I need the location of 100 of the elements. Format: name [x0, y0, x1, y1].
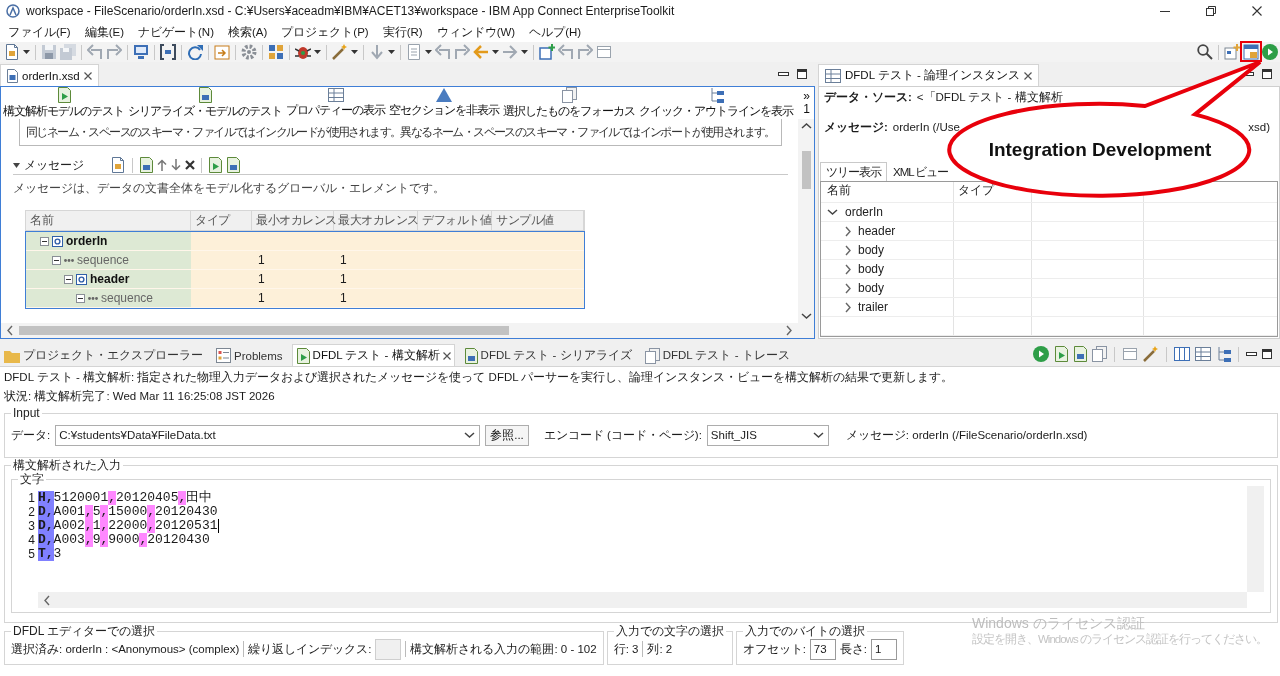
scrollbar[interactable] — [38, 592, 1247, 608]
new-window-icon[interactable] — [539, 44, 555, 60]
chevron-right-icon[interactable] — [845, 282, 851, 294]
menu-item[interactable]: ファイル(F) — [1, 23, 78, 41]
caret-icon[interactable] — [351, 50, 358, 54]
bug-icon[interactable] — [295, 44, 311, 60]
tree-icon[interactable] — [1216, 346, 1231, 362]
menu-item[interactable]: プロジェクト(P) — [274, 23, 376, 41]
tree-item[interactable]: body — [858, 243, 885, 257]
input-field[interactable]: 1 — [871, 638, 898, 660]
tree-item[interactable]: header — [90, 272, 130, 286]
collapse-icon[interactable] — [52, 255, 61, 265]
menu-item[interactable]: 検索(A) — [221, 23, 275, 41]
scrollbar[interactable] — [1, 323, 814, 338]
tree-item[interactable]: body — [858, 262, 885, 276]
window-icon[interactable] — [1122, 346, 1138, 362]
view-tab[interactable]: Problems — [212, 344, 287, 366]
dropdown[interactable]: Shift_JIS — [706, 424, 829, 446]
triangle-down-icon[interactable] — [13, 162, 20, 168]
document-lines-icon[interactable] — [1073, 346, 1087, 362]
dropdown[interactable]: C:¥students¥Data¥FileData.txt — [55, 424, 481, 446]
chevron-right-icon[interactable] — [845, 244, 851, 256]
window-icon[interactable] — [596, 44, 612, 60]
gear-icon[interactable] — [241, 44, 257, 60]
minimize-icon[interactable] — [778, 72, 789, 76]
minimize-icon[interactable] — [1246, 352, 1257, 356]
view-tab[interactable]: ツリー表示 — [820, 162, 887, 181]
wand-icon[interactable] — [1143, 346, 1159, 362]
up-arrow-icon[interactable] — [157, 159, 167, 171]
blocks-icon[interactable] — [268, 44, 284, 60]
cross-icon[interactable] — [185, 160, 195, 170]
chevron-right-icon[interactable] — [845, 301, 851, 313]
document-lines-icon[interactable] — [139, 157, 153, 173]
toolbar-button[interactable]: シリアライズ・モデルのテスト — [128, 87, 282, 119]
document-icon[interactable] — [110, 157, 126, 173]
view-tab[interactable]: XML ビュー — [887, 162, 955, 181]
caret-icon[interactable] — [388, 50, 395, 54]
close-icon[interactable] — [442, 351, 451, 360]
menu-item[interactable]: ヘルプ(H) — [522, 23, 589, 41]
scrollbar-thumb[interactable] — [801, 151, 811, 189]
window-plus-icon[interactable] — [1224, 44, 1240, 60]
tree-item[interactable]: orderIn — [845, 205, 884, 219]
close-icon[interactable] — [1024, 71, 1033, 80]
play-icon[interactable] — [1262, 44, 1278, 60]
editor-tab[interactable]: orderIn.xsd — [0, 64, 99, 86]
caret-icon[interactable] — [521, 50, 528, 54]
chevron-down-icon[interactable] — [827, 209, 838, 215]
document-play-icon[interactable] — [208, 157, 222, 173]
toolbar-button[interactable]: 構文解析モデルのテスト — [3, 87, 124, 119]
close-icon[interactable] — [83, 71, 92, 80]
overflow-button[interactable]: » 1 — [799, 87, 814, 119]
table-icon[interactable] — [1195, 347, 1211, 361]
maximize-icon[interactable] — [1262, 349, 1272, 359]
caret-icon[interactable] — [23, 50, 30, 54]
document-icon[interactable] — [4, 44, 20, 60]
input-field[interactable]: 73 — [809, 638, 836, 660]
toolbar-button[interactable]: 空セクションを非表示 — [389, 87, 499, 119]
tree-item[interactable]: header — [858, 224, 896, 238]
scrollbar-thumb[interactable] — [19, 326, 509, 335]
wand-icon[interactable] — [332, 44, 348, 60]
toolbar-button[interactable]: クイック・アウトラインを表示 — [639, 87, 793, 119]
view-tab[interactable]: プロジェクト・エクスプローラー — [0, 344, 207, 366]
search-icon[interactable] — [1197, 44, 1213, 60]
chevron-right-icon[interactable] — [845, 263, 851, 275]
menu-item[interactable]: ウィンドウ(W) — [429, 23, 523, 41]
collapse-icon[interactable] — [76, 293, 85, 303]
tree-item[interactable]: orderIn — [66, 234, 108, 248]
monitor-icon[interactable] — [133, 44, 149, 60]
caret-icon[interactable] — [314, 50, 321, 54]
maximize-icon[interactable] — [1262, 69, 1272, 79]
toolbar-button[interactable]: 選択したものをフォーカス — [503, 87, 635, 119]
down-arrow-icon[interactable] — [171, 159, 181, 171]
tree-item[interactable]: trailer — [858, 300, 888, 314]
document-play-icon[interactable] — [1054, 346, 1068, 362]
view-tab[interactable]: DFDL テスト - トレース — [640, 344, 794, 366]
brackets-icon[interactable] — [160, 44, 176, 60]
caret-icon[interactable] — [425, 50, 432, 54]
refresh-icon[interactable] — [187, 44, 203, 60]
view-tab[interactable]: DFDL テスト - シリアライズ — [459, 344, 636, 366]
chevron-right-icon[interactable] — [845, 225, 851, 237]
view-tab[interactable]: DFDL テスト - 論理インスタンス — [818, 64, 1040, 86]
menu-item[interactable]: ナビゲート(N) — [131, 23, 221, 41]
columns-icon[interactable] — [1174, 347, 1190, 361]
scrollbar[interactable] — [798, 119, 814, 323]
plain-text: 5 — [92, 505, 101, 519]
tree-item[interactable]: body — [858, 281, 885, 295]
panel-icon[interactable] — [1243, 44, 1259, 60]
document-lines-icon[interactable] — [226, 157, 240, 173]
collapse-icon[interactable] — [40, 236, 49, 246]
collapse-icon[interactable] — [64, 274, 73, 284]
view-tab[interactable]: DFDL テスト - 構文解析 — [291, 344, 455, 366]
maximize-icon[interactable] — [797, 69, 807, 79]
pages-icon[interactable] — [1092, 346, 1107, 362]
toolbar-button[interactable]: プロパティーの表示 — [286, 87, 385, 119]
section-title[interactable]: メッセージ — [24, 157, 106, 173]
menu-item[interactable]: 編集(E) — [77, 23, 132, 41]
play-icon[interactable] — [1033, 346, 1049, 362]
menu-item[interactable]: 実行(R) — [375, 23, 430, 41]
browse-button[interactable]: 参照... — [485, 424, 529, 446]
caret-icon[interactable] — [492, 50, 499, 54]
